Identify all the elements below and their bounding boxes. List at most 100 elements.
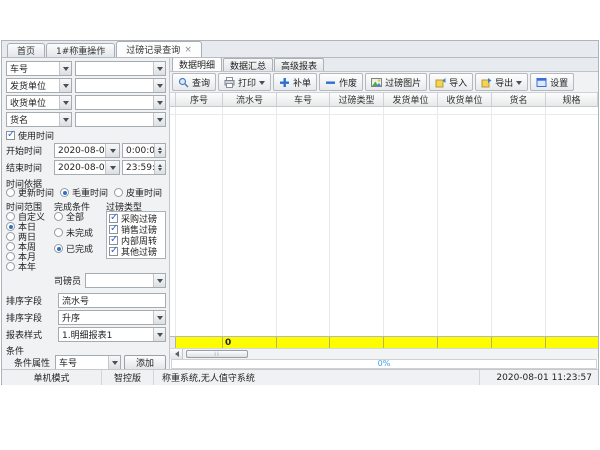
weigh-type-group: 采购过磅 销售过磅 内部周转 其他过磅 xyxy=(106,211,166,259)
grid-body[interactable] xyxy=(170,107,598,336)
start-date-picker[interactable]: 2020-08-01 xyxy=(54,143,120,158)
chevron-down-icon xyxy=(153,62,165,75)
field-selector-sender[interactable]: 发货单位 xyxy=(6,78,72,93)
summary-serial-count: 0 xyxy=(223,337,277,348)
tab-home[interactable]: 首页 xyxy=(7,43,45,57)
radio-all[interactable]: 全部 xyxy=(54,211,102,221)
col-header-sender[interactable]: 发货单位 xyxy=(384,93,438,106)
status-system-name: 称重系统,无人值守系统 xyxy=(154,370,480,385)
weigher-row: 司磅员 xyxy=(6,273,166,288)
summary-row: 0 xyxy=(170,336,598,348)
horizontal-scrollbar[interactable]: ⁞⁞ xyxy=(170,348,598,359)
sort-order-row: 排序字段 升序 xyxy=(6,310,166,325)
data-grid: 序号 流水号 车号 过磅类型 发货单位 收货单位 货名 规格 xyxy=(170,93,598,369)
col-header-receiver[interactable]: 收货单位 xyxy=(438,93,492,106)
import-button[interactable]: 导入 xyxy=(429,73,473,91)
spinner-arrows-icon[interactable] xyxy=(154,161,165,174)
end-date-picker[interactable]: 2020-08-01 xyxy=(54,160,120,175)
col-header-serial[interactable]: 流水号 xyxy=(223,93,277,106)
scrollbar-thumb[interactable]: ⁞⁞ xyxy=(186,350,248,358)
print-button[interactable]: 打印 xyxy=(218,73,271,91)
search-icon xyxy=(178,77,189,88)
filter-panel: 车号 发货单位 收货单位 xyxy=(2,58,170,369)
status-edition: 智控版 xyxy=(102,370,154,385)
col-header-goods[interactable]: 货名 xyxy=(492,93,546,106)
field-value-vehicle[interactable] xyxy=(75,61,166,76)
spinner-arrows-icon[interactable] xyxy=(154,144,165,157)
status-datetime: 2020-08-01 11:23:57 xyxy=(480,370,598,385)
field-value-sender[interactable] xyxy=(75,78,166,93)
chevron-down-icon xyxy=(153,328,165,341)
col-header-spec[interactable]: 规格 xyxy=(546,93,598,106)
filter-groups: 时间范围 自定义 本日 两日 本周 本月 本年 完成条件 全部 未完成 已完成 … xyxy=(6,200,166,271)
sort-field-input[interactable]: 流水号 xyxy=(58,293,166,308)
supplement-button[interactable]: 补单 xyxy=(273,73,317,91)
report-style-combo[interactable]: 1.明细报表1 xyxy=(58,327,166,342)
settings-button[interactable]: 设置 xyxy=(530,73,574,91)
sort-order-combo[interactable]: 升序 xyxy=(58,310,166,325)
add-condition-button[interactable]: 添加 xyxy=(124,355,166,369)
col-header-seq[interactable]: 序号 xyxy=(176,93,223,106)
export-button[interactable]: 导出 xyxy=(475,73,528,91)
start-time-spinner[interactable]: 0:00:00 xyxy=(122,143,166,158)
scroll-left-icon[interactable] xyxy=(170,349,183,359)
calendar-icon xyxy=(105,161,119,174)
use-time-row: 使用时间 xyxy=(6,129,166,141)
filter-row-receiver: 收货单位 xyxy=(6,95,166,110)
window-tab-strip: 首页 1#称重操作 过磅记录查询 × xyxy=(2,41,598,58)
toolbar: 查询 打印 补单 作废 过磅图片 xyxy=(170,72,598,93)
data-tab-strip: 数据明细 数据汇总 高级报表 xyxy=(170,58,598,72)
field-value-receiver[interactable] xyxy=(75,95,166,110)
sort-field-row: 排序字段 流水号 xyxy=(6,293,166,308)
radio-update-time[interactable]: 更新时间 xyxy=(6,186,54,199)
progress-bar: 0% xyxy=(171,359,597,369)
use-time-checkbox[interactable] xyxy=(6,131,15,140)
field-value-goods[interactable] xyxy=(75,112,166,127)
filter-row-sender: 发货单位 xyxy=(6,78,166,93)
close-icon[interactable]: × xyxy=(184,45,192,55)
query-button[interactable]: 查询 xyxy=(172,73,216,91)
tab-weigh-operation[interactable]: 1#称重操作 xyxy=(46,43,115,57)
end-time-row: 结束时间 2020-08-01 23:59:59 xyxy=(6,160,166,175)
radio-this-year[interactable]: 本年 xyxy=(6,261,50,271)
weigher-label: 司磅员 xyxy=(54,274,81,287)
radio-incomplete[interactable]: 未完成 xyxy=(54,227,102,237)
export-icon xyxy=(481,77,492,88)
app-window: 首页 1#称重操作 过磅记录查询 × 车号 发货单位 xyxy=(1,40,599,385)
tab-data-summary[interactable]: 数据汇总 xyxy=(223,58,273,71)
weigh-image-button[interactable]: 过磅图片 xyxy=(365,73,427,91)
chevron-down-icon xyxy=(516,81,522,88)
report-style-row: 报表样式 1.明细报表1 xyxy=(6,327,166,342)
status-bar: 单机模式 智控版 称重系统,无人值守系统 2020-08-01 11:23:57 xyxy=(2,369,598,385)
tab-data-detail[interactable]: 数据明细 xyxy=(172,58,222,71)
weigher-combo[interactable] xyxy=(85,273,166,288)
void-button[interactable]: 作废 xyxy=(319,73,363,91)
time-basis-options: 更新时间 毛重时间 皮重时间 xyxy=(6,187,166,198)
chevron-down-icon xyxy=(153,274,165,287)
field-selector-receiver[interactable]: 收货单位 xyxy=(6,95,72,110)
chevron-down-icon xyxy=(153,113,165,126)
chevron-down-icon xyxy=(59,62,71,75)
chevron-down-icon xyxy=(59,79,71,92)
radio-tare-time[interactable]: 皮重时间 xyxy=(114,186,162,199)
data-panel: 数据明细 数据汇总 高级报表 查询 打印 补单 xyxy=(170,58,598,369)
tab-weigh-record-query[interactable]: 过磅记录查询 × xyxy=(116,41,202,57)
end-time-spinner[interactable]: 23:59:59 xyxy=(122,160,166,175)
chevron-down-icon xyxy=(153,79,165,92)
condition-attr-combo[interactable]: 车号 xyxy=(55,355,121,369)
status-mode: 单机模式 xyxy=(2,370,102,385)
field-selector-goods[interactable]: 货名 xyxy=(6,112,72,127)
radio-gross-time[interactable]: 毛重时间 xyxy=(60,186,108,199)
radio-completed[interactable]: 已完成 xyxy=(54,243,102,253)
tab-advanced-report[interactable]: 高级报表 xyxy=(274,58,324,71)
grid-header: 序号 流水号 车号 过磅类型 发货单位 收货单位 货名 规格 xyxy=(170,93,598,107)
check-other[interactable]: 其他过磅 xyxy=(109,246,163,257)
chevron-down-icon xyxy=(108,356,120,369)
start-time-row: 开始时间 2020-08-01 0:00:00 xyxy=(6,143,166,158)
condition-attr-row: 条件属性 车号 添加 xyxy=(6,355,166,369)
field-selector-vehicle[interactable]: 车号 xyxy=(6,61,72,76)
progress-value: 0% xyxy=(378,360,391,368)
col-header-vehicle[interactable]: 车号 xyxy=(277,93,330,106)
import-icon xyxy=(435,77,446,88)
col-header-weigh-type[interactable]: 过磅类型 xyxy=(330,93,384,106)
